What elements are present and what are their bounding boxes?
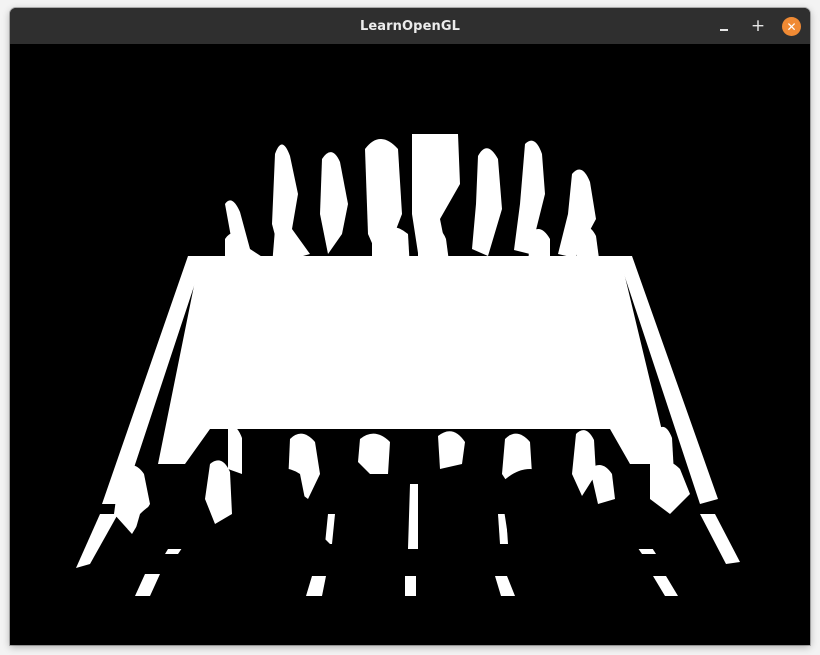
close-icon: ✕ <box>786 19 797 34</box>
minimize-icon <box>720 29 728 31</box>
render-viewport[interactable] <box>10 44 810 645</box>
maximize-icon: + <box>750 15 766 36</box>
maximize-button[interactable]: + <box>748 16 768 36</box>
minimize-button[interactable] <box>714 16 734 36</box>
title-bar[interactable]: LearnOpenGL + ✕ <box>10 8 810 44</box>
app-window: LearnOpenGL + ✕ <box>10 8 810 645</box>
render-canvas <box>10 44 810 645</box>
window-title: LearnOpenGL <box>359 18 461 34</box>
close-button[interactable]: ✕ <box>782 17 801 36</box>
